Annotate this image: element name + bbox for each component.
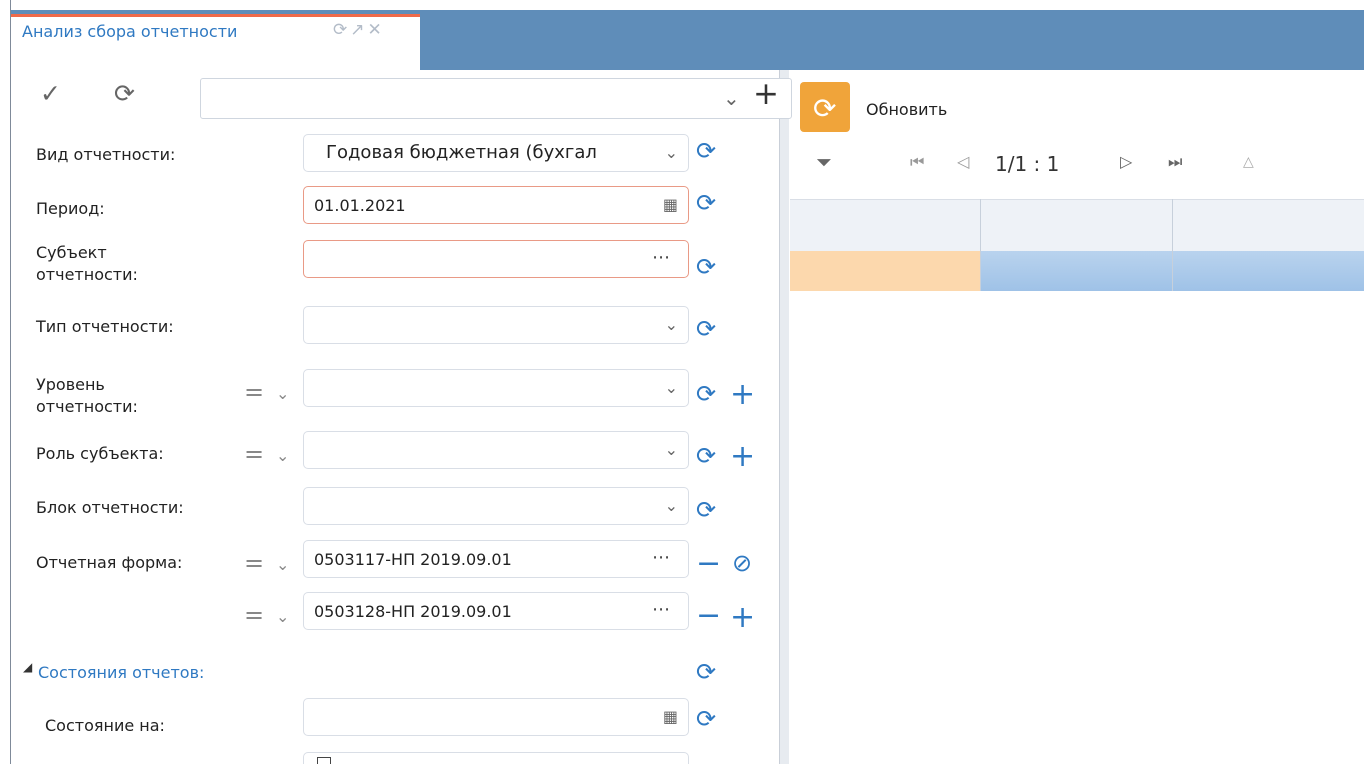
rol-select[interactable]: ⌄ [303,431,689,469]
chevron-down-icon[interactable]: ⌄ [276,448,289,464]
first-page-icon[interactable]: ⏮ [910,152,924,172]
uroven-label: Уровень отчетности: [36,375,138,416]
vid-otchetnosti-label: Вид отчетности: [36,145,176,164]
page-indicator: 1/1 : 1 [995,152,1060,176]
blok-select[interactable]: ⌄ [303,487,689,525]
filter-icon[interactable]: ⏷ [816,152,832,172]
vid-otchetnosti-select[interactable]: Годовая бюджетная (бухгал ⌄ [303,134,689,172]
refresh-icon[interactable]: ⟳ [696,444,716,468]
chevron-down-icon[interactable]: ⌄ [723,86,740,110]
tip-label: Тип отчетности: [36,317,174,336]
plus-icon[interactable]: + [730,442,755,472]
command-combobox[interactable]: ⌄ + [200,78,792,119]
equals-icon[interactable]: = [244,442,264,466]
otchetnaya-forma-value-2: 0503128-НП 2019.09.01 [314,602,512,621]
refresh-icon[interactable]: ⟳ [696,707,716,731]
period-date-input[interactable]: 01.01.2021 ▦ [303,186,689,224]
calendar-icon[interactable]: ▦ [663,707,678,726]
block-icon[interactable]: ⊘ [732,551,752,575]
grid-cell-2[interactable] [980,251,1172,291]
otchetnaya-forma-input-1[interactable]: 0503117-НП 2019.09.01 ⋯ [303,540,689,578]
plus-icon[interactable]: + [730,603,755,633]
tab-actions[interactable]: ⟳↗✕ [333,20,385,40]
ellipsis-icon[interactable]: ⋯ [652,247,670,268]
grid-column-divider[interactable] [980,199,981,291]
chevron-down-icon[interactable]: ⌄ [665,315,678,334]
refresh-icon[interactable]: ⟳ [696,498,716,522]
sort-up-icon[interactable]: △ [1243,152,1254,172]
refresh-icon[interactable]: ⟳ [333,20,350,40]
window-top-frame [0,0,1364,10]
chevron-down-icon[interactable]: ⌄ [665,440,678,459]
plus-icon[interactable]: + [730,380,755,410]
refresh-icon[interactable]: ⟳ [696,139,716,163]
equals-icon[interactable]: = [244,603,264,627]
minus-icon[interactable]: − [696,549,721,579]
last-page-icon[interactable]: ⏭ [1168,152,1182,172]
refresh-button[interactable]: ⟳ [800,82,850,132]
grid-pager: ⏷ ⏮ ◁ 1/1 : 1 ▷ ⏭ △ [790,144,1364,188]
next-field-partial[interactable] [303,752,689,764]
subekt-label: Субъект отчетности: [36,243,138,284]
period-value: 01.01.2021 [314,196,406,215]
window-left-frame [0,0,11,764]
chevron-down-icon[interactable]: ⌄ [276,386,289,402]
calendar-icon[interactable]: ▦ [663,195,678,214]
chevron-down-icon[interactable]: ⌄ [665,496,678,515]
section-sostoyaniya-title[interactable]: Состояния отчетов: [38,663,204,682]
otchetnaya-forma-label: Отчетная форма: [36,553,183,572]
ellipsis-icon[interactable]: ⋯ [652,547,670,568]
refresh-label[interactable]: Обновить [866,100,947,119]
tip-select[interactable]: ⌄ [303,306,689,344]
refresh-icon[interactable]: ⟳ [114,79,135,108]
plus-icon[interactable]: + [753,79,779,110]
sostoyanie-date-input[interactable]: ▦ [303,698,689,736]
minus-icon[interactable]: − [696,601,721,631]
equals-icon[interactable]: = [244,551,264,575]
tab-title[interactable]: Анализ сбора отчетности [22,22,237,41]
prev-page-icon[interactable]: ◁ [957,152,969,172]
rol-label: Роль субъекта: [36,444,164,463]
expand-icon[interactable]: ↗ [350,20,367,40]
refresh-icon[interactable]: ⟳ [696,255,716,279]
blok-label: Блок отчетности: [36,498,184,517]
grid-cell-3[interactable] [1172,251,1364,291]
sostoyanie-label: Состояние на: [45,716,165,735]
chevron-down-icon[interactable]: ⌄ [276,557,289,573]
equals-icon[interactable]: = [244,380,264,404]
filter-toolbar: ✓ ⟳ ⌄ + [26,78,792,119]
next-page-icon[interactable]: ▷ [1120,152,1132,172]
chevron-down-icon[interactable]: ⌄ [276,609,289,625]
grid-selected-row[interactable] [790,251,1364,291]
collapse-arrow-icon[interactable]: ◢ [23,660,32,674]
ellipsis-icon[interactable]: ⋯ [652,599,670,620]
uroven-select[interactable]: ⌄ [303,369,689,407]
check-icon[interactable]: ✓ [40,79,61,108]
period-label: Период: [36,199,105,218]
vid-otchetnosti-value: Годовая бюджетная (бухгал [326,142,597,163]
chevron-down-icon[interactable]: ⌄ [665,143,678,162]
chevron-down-icon[interactable]: ⌄ [665,378,678,397]
otchetnaya-forma-value-1: 0503117-НП 2019.09.01 [314,550,512,569]
refresh-icon[interactable]: ⟳ [696,660,716,684]
close-icon[interactable]: ✕ [368,20,385,40]
subekt-lookup-input[interactable]: ⋯ [303,240,689,278]
grid-cell-1[interactable] [790,251,980,291]
grid-header [790,199,1364,251]
refresh-icon[interactable]: ⟳ [696,191,716,215]
otchetnaya-forma-input-2[interactable]: 0503128-НП 2019.09.01 ⋯ [303,592,689,630]
refresh-icon[interactable]: ⟳ [696,382,716,406]
checkbox[interactable] [317,757,331,764]
grid-column-divider[interactable] [1172,199,1173,291]
refresh-icon: ⟳ [813,92,837,125]
refresh-icon[interactable]: ⟳ [696,317,716,341]
